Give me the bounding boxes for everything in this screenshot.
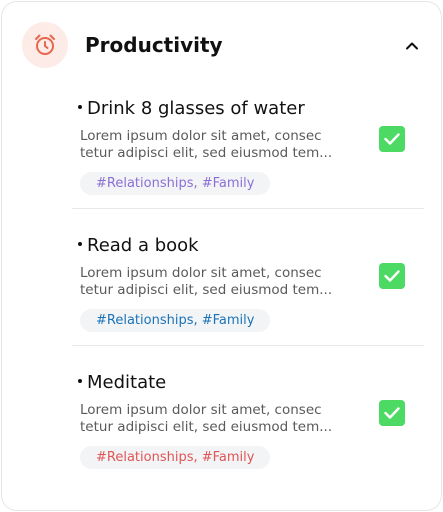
task-description-line: tetur adipisci elit, sed eiusmod tem... <box>80 419 333 435</box>
task-description: Lorem ipsum dolor sit amet, consec tetur… <box>80 265 335 299</box>
bullet-icon <box>78 105 82 109</box>
bullet-icon <box>78 379 82 383</box>
checkmark-icon <box>384 407 400 419</box>
task-description-line: Lorem ipsum dolor sit amet, consec <box>80 128 322 144</box>
task-title: Read a book <box>78 235 199 257</box>
task-tag[interactable]: #Relationships, #Family <box>80 446 271 469</box>
task-title: Meditate <box>78 372 166 394</box>
task-title-text: Read a book <box>87 235 199 256</box>
task-description-line: Lorem ipsum dolor sit amet, consec <box>80 402 322 418</box>
divider <box>72 345 424 346</box>
task-description-line: tetur adipisci elit, sed eiusmod tem... <box>80 145 333 161</box>
task-description-line: Lorem ipsum dolor sit amet, consec <box>80 265 322 281</box>
chevron-up-icon <box>406 42 418 50</box>
task-description: Lorem ipsum dolor sit amet, consec tetur… <box>80 402 335 436</box>
task-description-line: tetur adipisci elit, sed eiusmod tem... <box>80 282 333 298</box>
task-tag[interactable]: #Relationships, #Family <box>80 309 271 332</box>
task-title-text: Drink 8 glasses of water <box>87 98 305 119</box>
task-title: Drink 8 glasses of water <box>78 98 305 120</box>
task-title-text: Meditate <box>87 372 167 393</box>
checkmark-icon <box>384 133 400 145</box>
bullet-icon <box>78 242 82 246</box>
task-description: Lorem ipsum dolor sit amet, consec tetur… <box>80 128 335 162</box>
divider <box>72 208 424 209</box>
checkmark-icon <box>384 270 400 282</box>
task-checkbox[interactable] <box>379 400 405 426</box>
section-title: Productivity <box>85 33 223 57</box>
task-checkbox[interactable] <box>379 126 405 152</box>
productivity-card: Productivity Drink 8 glasses of water Lo… <box>1 1 442 511</box>
task-tag[interactable]: #Relationships, #Family <box>80 172 271 195</box>
alarm-clock-icon <box>22 22 68 68</box>
task-checkbox[interactable] <box>379 263 405 289</box>
collapse-button[interactable] <box>400 36 424 56</box>
